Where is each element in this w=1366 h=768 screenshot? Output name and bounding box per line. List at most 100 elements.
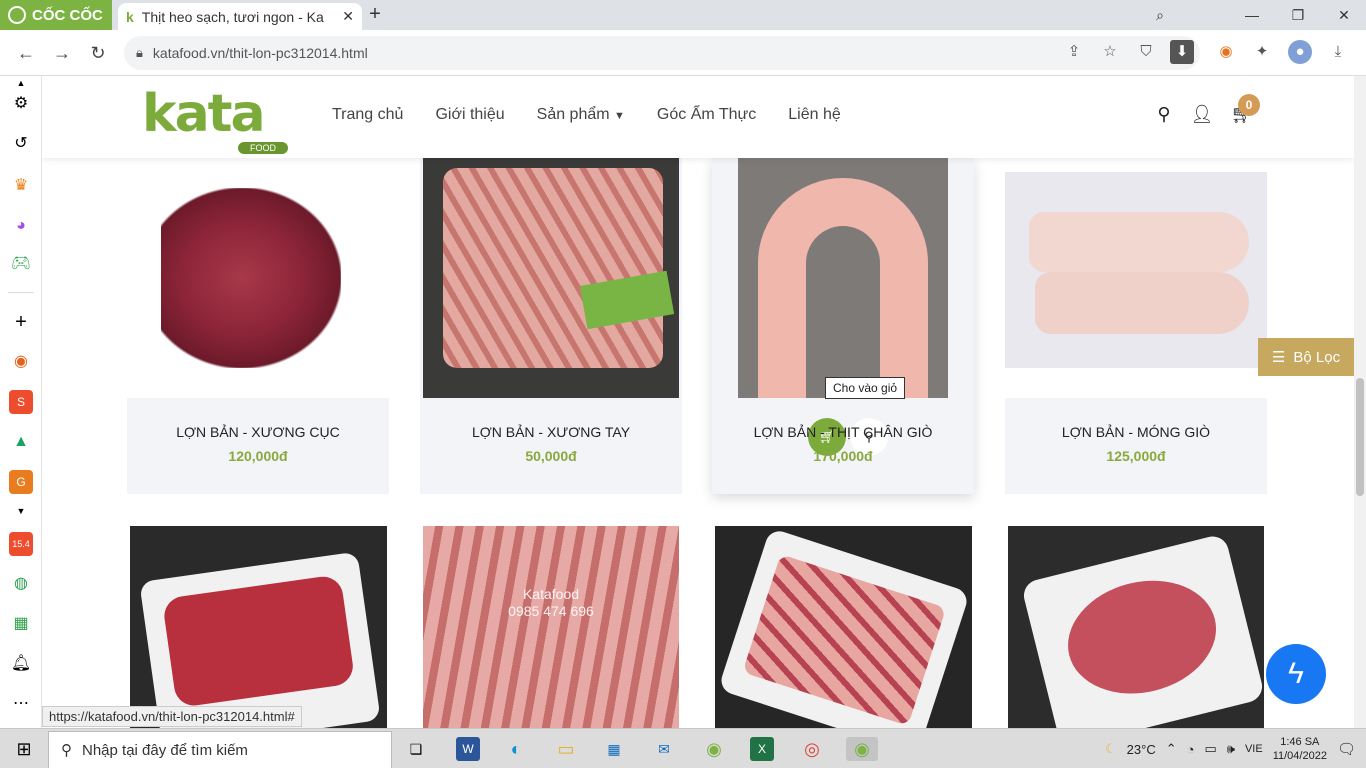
weather-temp[interactable]: 23°C	[1127, 742, 1156, 757]
filter-button[interactable]: ☰ Bộ Lọc	[1258, 338, 1354, 376]
shield-icon[interactable]: ⛉	[1134, 40, 1158, 64]
search-icon[interactable]: ⚲	[1152, 104, 1176, 128]
media-player-icon[interactable]: ◉	[9, 350, 33, 374]
close-tab-icon[interactable]: ✕	[342, 8, 354, 25]
address-bar[interactable]: 🔒︎ katafood.vn/thit-lon-pc312014.html	[124, 36, 1200, 70]
web-page: kata FOOD Trang chủ Giới thiệu Sản phẩm …	[42, 76, 1354, 728]
product-card[interactable]: LỢN BẢN - MÓNG GIÒ 125,000đ	[1005, 158, 1267, 494]
coccoc-menu-button[interactable]: CỐC CỐC	[0, 0, 112, 30]
nav-products-group[interactable]: Sản phẩm ▼	[537, 106, 625, 124]
search-tabs-icon[interactable]: ⌕	[1146, 4, 1174, 26]
mail-icon[interactable]: ✉	[652, 737, 676, 761]
product-image[interactable]	[139, 551, 381, 728]
bookmark-star-icon[interactable]: ☆	[1098, 40, 1122, 64]
google-drive-icon[interactable]: ▲	[9, 430, 33, 454]
product-card[interactable]: LỢN BẢN - XƯƠNG CỤC 120,000đ	[127, 158, 389, 494]
store-icon[interactable]: ▦	[602, 737, 626, 761]
notification-bell-icon[interactable]: 🔔︎	[9, 652, 33, 676]
crown-icon[interactable]: ♛	[9, 174, 33, 198]
filter-label: Bộ Lọc	[1293, 348, 1341, 366]
filter-list-icon: ☰	[1271, 349, 1286, 366]
input-language[interactable]: VIE	[1245, 743, 1263, 755]
product-name[interactable]: LỢN BẢN - XƯƠNG TAY	[420, 424, 682, 440]
sale-calendar-icon[interactable]: 15.4	[9, 532, 33, 556]
taskbar-search[interactable]: ⚲ Nhập tại đây để tìm kiếm	[48, 731, 392, 768]
chrome-icon[interactable]: ◎	[800, 737, 824, 761]
scroll-up-icon[interactable]: ▲	[9, 76, 33, 90]
product-card[interactable]	[1008, 526, 1264, 728]
clock[interactable]: 1:46 SA 11/04/2022	[1273, 735, 1327, 763]
product-image[interactable]	[1005, 158, 1267, 398]
product-card[interactable]: LỢN BẢN - XƯƠNG TAY 50,000đ	[420, 158, 682, 494]
excel-icon[interactable]: X	[750, 737, 774, 761]
reload-icon[interactable]: ↻	[84, 39, 112, 67]
coccoc-active-taskbar-icon[interactable]: ◉	[846, 737, 878, 761]
nav-about[interactable]: Giới thiệu	[435, 106, 504, 124]
network-icon[interactable]: ◔	[1187, 742, 1195, 757]
caret-down-icon: ▼	[614, 110, 625, 122]
product-name[interactable]: LỢN BẢN - MÓNG GIÒ	[1005, 424, 1267, 440]
nav-contact[interactable]: Liên hệ	[788, 106, 841, 124]
watermark-brand: Katafood	[522, 586, 580, 602]
browser-tab-bar: CỐC CỐC k Thịt heo sạch, tươi ngon - Ka …	[0, 0, 1366, 30]
product-name[interactable]: LỢN BẢN - THỊT CHÂN GIÒ	[712, 424, 974, 440]
weather-moon-icon[interactable]: ☾	[1105, 741, 1117, 757]
minimize-button[interactable]: —	[1238, 4, 1266, 26]
settings-gear-icon[interactable]: ⚙	[9, 92, 33, 116]
history-icon[interactable]: ↺	[9, 132, 33, 156]
shopee-icon[interactable]: S	[9, 390, 33, 414]
search-icon: ⚲	[61, 742, 72, 759]
product-card[interactable]: Katafood 0985 474 696	[423, 526, 679, 728]
gamepad-icon[interactable]: 🎮︎	[9, 252, 33, 276]
product-image[interactable]	[423, 158, 679, 398]
file-explorer-icon[interactable]: ▭	[554, 737, 578, 761]
coccoc-extension-icon[interactable]: ◉	[1214, 40, 1238, 64]
nav-products[interactable]: Sản phẩm	[537, 106, 610, 123]
messenger-sidebar-icon[interactable]: ◕	[9, 214, 33, 238]
nav-cuisine[interactable]: Góc Ẩm Thực	[657, 106, 756, 124]
active-tab[interactable]: k Thịt heo sạch, tươi ngon - Ka ✕	[118, 3, 362, 30]
coccoc-map-icon[interactable]: ◍	[9, 572, 33, 596]
kata-logo[interactable]: kata FOOD	[142, 86, 302, 156]
restore-button[interactable]: ❐	[1284, 4, 1312, 26]
scroll-down-icon[interactable]: ▼	[9, 504, 33, 518]
extensions-icon[interactable]: ✦	[1250, 40, 1274, 64]
product-name[interactable]: LỢN BẢN - XƯƠNG CỤC	[127, 424, 389, 440]
product-card[interactable]	[130, 526, 387, 728]
back-icon[interactable]: ←	[12, 39, 40, 67]
new-tab-button[interactable]: +	[364, 4, 386, 26]
forward-icon[interactable]: →	[48, 39, 76, 67]
sheet-icon[interactable]: ▦	[9, 612, 33, 636]
add-user-icon[interactable]: 👤︎	[1190, 104, 1214, 128]
product-image[interactable]	[738, 158, 948, 398]
battery-icon[interactable]: ▭	[1204, 741, 1216, 757]
tray-expand-icon[interactable]: ⌃	[1166, 741, 1177, 757]
product-card[interactable]	[715, 526, 972, 728]
main-nav: Trang chủ Giới thiệu Sản phẩm ▼ Góc Ẩm T…	[332, 106, 841, 124]
more-options-icon[interactable]: ⋯	[9, 692, 33, 716]
product-image[interactable]	[127, 158, 389, 398]
product-card-hovered[interactable]: 🛒︎ ⚲ LỢN BẢN - THỊT CHÂN GIÒ 170,000đ	[712, 158, 974, 494]
profile-avatar-icon[interactable]: ●	[1288, 40, 1312, 64]
download-page-icon[interactable]: ⬇	[1170, 40, 1194, 64]
product-image[interactable]	[717, 527, 971, 728]
close-window-button[interactable]: ✕	[1330, 4, 1358, 26]
downloads-icon[interactable]: ⤓	[1326, 40, 1350, 64]
product-image[interactable]	[1020, 533, 1264, 728]
coccoc-taskbar-icon[interactable]: ◉	[702, 737, 726, 761]
system-tray: ☾ 23°C ⌃ ◔ ▭ 🕪︎ VIE 1:46 SA 11/04/2022 🗨…	[1105, 729, 1366, 768]
add-sidebar-icon[interactable]: +	[9, 310, 33, 334]
share-icon[interactable]: ⇪	[1062, 40, 1086, 64]
notifications-icon[interactable]: 🗨︎	[1337, 740, 1356, 758]
site-favicon-icon: k	[126, 8, 134, 25]
word-icon[interactable]: W	[456, 737, 480, 761]
windows-start-icon[interactable]: ⊞	[12, 737, 36, 761]
nav-home[interactable]: Trang chủ	[332, 106, 403, 124]
volume-icon[interactable]: 🕪︎	[1227, 741, 1235, 757]
edge-icon[interactable]: ◐	[504, 737, 528, 761]
lock-icon: 🔒︎	[136, 45, 143, 60]
messenger-chat-button[interactable]: ϟ	[1266, 644, 1326, 704]
scrollbar-thumb[interactable]	[1356, 378, 1364, 496]
task-view-icon[interactable]: ❏	[404, 737, 428, 761]
grammarly-icon[interactable]: G	[9, 470, 33, 494]
